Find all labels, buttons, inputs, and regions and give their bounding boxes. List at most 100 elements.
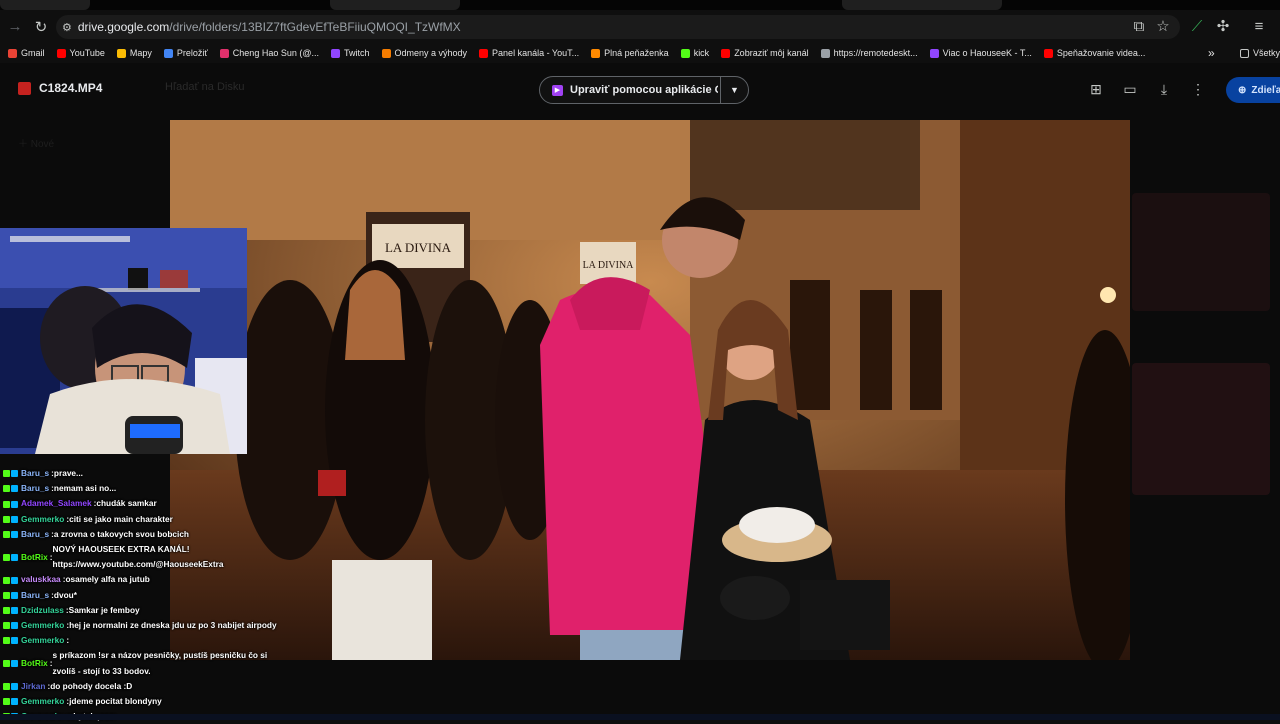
platform-badge-icon bbox=[3, 515, 10, 523]
chat-username: Gemmerko bbox=[21, 696, 65, 707]
chat-badges bbox=[3, 500, 18, 508]
platform-badge-icon bbox=[11, 591, 18, 599]
bookmark-item[interactable]: Gmail bbox=[8, 48, 45, 58]
chat-text: chudák samkar bbox=[96, 498, 157, 509]
chat-text: a zrovna o takovych svou bobcich bbox=[53, 528, 189, 539]
bookmark-item[interactable]: Preložiť bbox=[163, 48, 208, 58]
all-bookmarks-folder[interactable]: Všetky bbox=[1240, 48, 1280, 58]
chat-text: NOVÝ HAOUSEEK EXTRA KANÁL! https://www.y… bbox=[52, 544, 224, 570]
browser-tab[interactable] bbox=[330, 0, 460, 10]
bookmark-favicon-icon bbox=[1043, 48, 1053, 58]
chat-separator: : bbox=[66, 635, 70, 646]
video-file-icon bbox=[18, 81, 31, 95]
chat-badges bbox=[3, 515, 18, 523]
bookmark-item[interactable]: Mapy bbox=[116, 48, 152, 58]
folder-icon bbox=[1240, 48, 1249, 58]
bookmark-item[interactable]: https://remotedeskt... bbox=[820, 48, 918, 58]
chat-text: hej je normalni ze dneska jdu uz po 3 na… bbox=[69, 620, 277, 631]
platform-badge-icon bbox=[3, 576, 10, 584]
more-options-icon[interactable]: ⋮ bbox=[1188, 79, 1208, 99]
bookmark-item[interactable]: kick bbox=[680, 48, 710, 58]
chat-username: Jirkan bbox=[21, 680, 46, 691]
chat-username: Adamek_Salamek bbox=[21, 498, 92, 509]
reading-list-icon[interactable]: ≡ bbox=[1246, 13, 1272, 39]
share-button[interactable]: ⊕ Zdieľať bbox=[1226, 77, 1280, 103]
chat-badges bbox=[3, 660, 18, 668]
bookmark-label: Plná peňaženka bbox=[604, 48, 669, 58]
chat-username: Dzidzulass bbox=[21, 604, 64, 615]
bookmark-favicon-icon bbox=[8, 48, 17, 58]
bookmark-label: kick bbox=[693, 48, 710, 58]
platform-badge-icon bbox=[3, 637, 10, 645]
bookmark-item[interactable]: Panel kanála - YouT... bbox=[479, 48, 579, 58]
bookmark-favicon-icon bbox=[381, 48, 391, 58]
new-button[interactable]: ＋ Nové bbox=[18, 135, 170, 150]
site-info-icon[interactable]: ⚙ bbox=[62, 21, 72, 34]
address-bar-row: → ↻ ⚙ drive.google.com /drive/folders/13… bbox=[0, 10, 1280, 43]
bookmark-favicon-icon bbox=[56, 48, 66, 58]
extensions-puzzle-icon[interactable]: ✣ bbox=[1210, 13, 1236, 39]
chat-text: do pohody docela :D bbox=[50, 680, 133, 691]
bookmark-item[interactable]: Cheng Hao Sun (@... bbox=[219, 48, 319, 58]
platform-badge-icon bbox=[3, 682, 10, 690]
video-player[interactable]: LA DIVINA LA DIVINA bbox=[170, 120, 1130, 660]
bookmark-favicon-icon bbox=[721, 48, 731, 58]
platform-badge-icon bbox=[3, 553, 10, 561]
chat-text: citi se jako main charakter bbox=[69, 513, 173, 524]
folder-label: Všetky bbox=[1253, 48, 1280, 58]
chat-username: BotRix bbox=[21, 551, 48, 562]
bookmark-item[interactable]: Plná peňaženka bbox=[591, 48, 669, 58]
bookmark-item[interactable]: Twitch bbox=[330, 48, 370, 58]
bookmark-label: Viac o HaouseeK - T... bbox=[942, 48, 1032, 58]
chat-username: Baru_s bbox=[21, 589, 50, 600]
platform-badge-icon bbox=[11, 500, 18, 508]
platform-badge-icon bbox=[11, 637, 18, 645]
bookmark-item[interactable]: Zobraziť môj kanál bbox=[721, 48, 809, 58]
file-thumbnail[interactable] bbox=[1132, 193, 1270, 311]
bookmark-favicon-icon bbox=[163, 48, 173, 58]
bookmark-label: Gmail bbox=[21, 48, 45, 58]
bookmark-item[interactable]: YouTube bbox=[56, 48, 105, 58]
bookmark-item[interactable]: Viac o HaouseeK - T... bbox=[929, 48, 1032, 58]
cast-icon[interactable]: ⧉ bbox=[1126, 13, 1152, 39]
shop-sign-2: LA DIVINA bbox=[583, 260, 635, 271]
chevron-down-icon[interactable]: ▼ bbox=[730, 85, 739, 95]
bookmark-label: Mapy bbox=[129, 48, 152, 58]
platform-badge-icon bbox=[11, 682, 18, 690]
bookmark-star-icon[interactable]: ☆ bbox=[1150, 13, 1176, 39]
webcam-overlay bbox=[0, 228, 247, 454]
chat-badges bbox=[3, 606, 18, 614]
bookmark-item[interactable]: Speňažovanie videa... bbox=[1043, 48, 1145, 58]
video-frame-scene: LA DIVINA LA DIVINA bbox=[170, 120, 1130, 660]
divider bbox=[720, 76, 721, 104]
extension-icon[interactable]: ⟋ bbox=[1184, 13, 1210, 39]
reload-icon[interactable]: ↻ bbox=[28, 14, 54, 40]
chat-message: Baru_s : a zrovna o takovych svou bobcic… bbox=[0, 527, 280, 542]
comment-icon[interactable]: ▭ bbox=[1120, 79, 1140, 99]
forward-icon[interactable]: → bbox=[2, 14, 28, 40]
file-title: C1824.MP4 bbox=[18, 81, 102, 95]
download-icon[interactable]: ⤓ bbox=[1154, 79, 1174, 99]
browser-tab[interactable] bbox=[842, 0, 1002, 10]
chat-message: valuskkaa : osamely alfa na jutub bbox=[0, 572, 280, 587]
add-to-folder-icon[interactable]: ⊞ bbox=[1086, 79, 1106, 99]
platform-badge-icon bbox=[3, 622, 10, 630]
play-app-icon: ▶ bbox=[552, 84, 563, 96]
chat-text: nemam asi no... bbox=[53, 483, 117, 494]
bookmarks-overflow-button[interactable]: » bbox=[1208, 46, 1215, 60]
chat-message: Adamek_Salamek : chudák samkar bbox=[0, 496, 280, 511]
chat-badges bbox=[3, 553, 18, 561]
chat-text: dvou* bbox=[53, 589, 77, 600]
chat-username: Baru_s bbox=[21, 483, 50, 494]
browser-tab[interactable] bbox=[0, 0, 90, 10]
file-thumbnail[interactable] bbox=[1132, 363, 1270, 495]
platform-badge-icon bbox=[11, 553, 18, 561]
bookmark-favicon-icon bbox=[330, 48, 340, 58]
edit-button-label: Upraviť pomocou aplikácie G... bbox=[570, 84, 718, 96]
bookmark-item[interactable]: Odmeny a výhody bbox=[381, 48, 467, 58]
chat-badges bbox=[3, 637, 18, 645]
bookmark-label: YouTube bbox=[69, 48, 105, 58]
chat-badges bbox=[3, 698, 18, 706]
edit-with-app-button[interactable]: ▶ Upraviť pomocou aplikácie G... ▼ bbox=[539, 76, 749, 104]
url-field[interactable]: ⚙ drive.google.com /drive/folders/13BIZ7… bbox=[56, 15, 1180, 39]
